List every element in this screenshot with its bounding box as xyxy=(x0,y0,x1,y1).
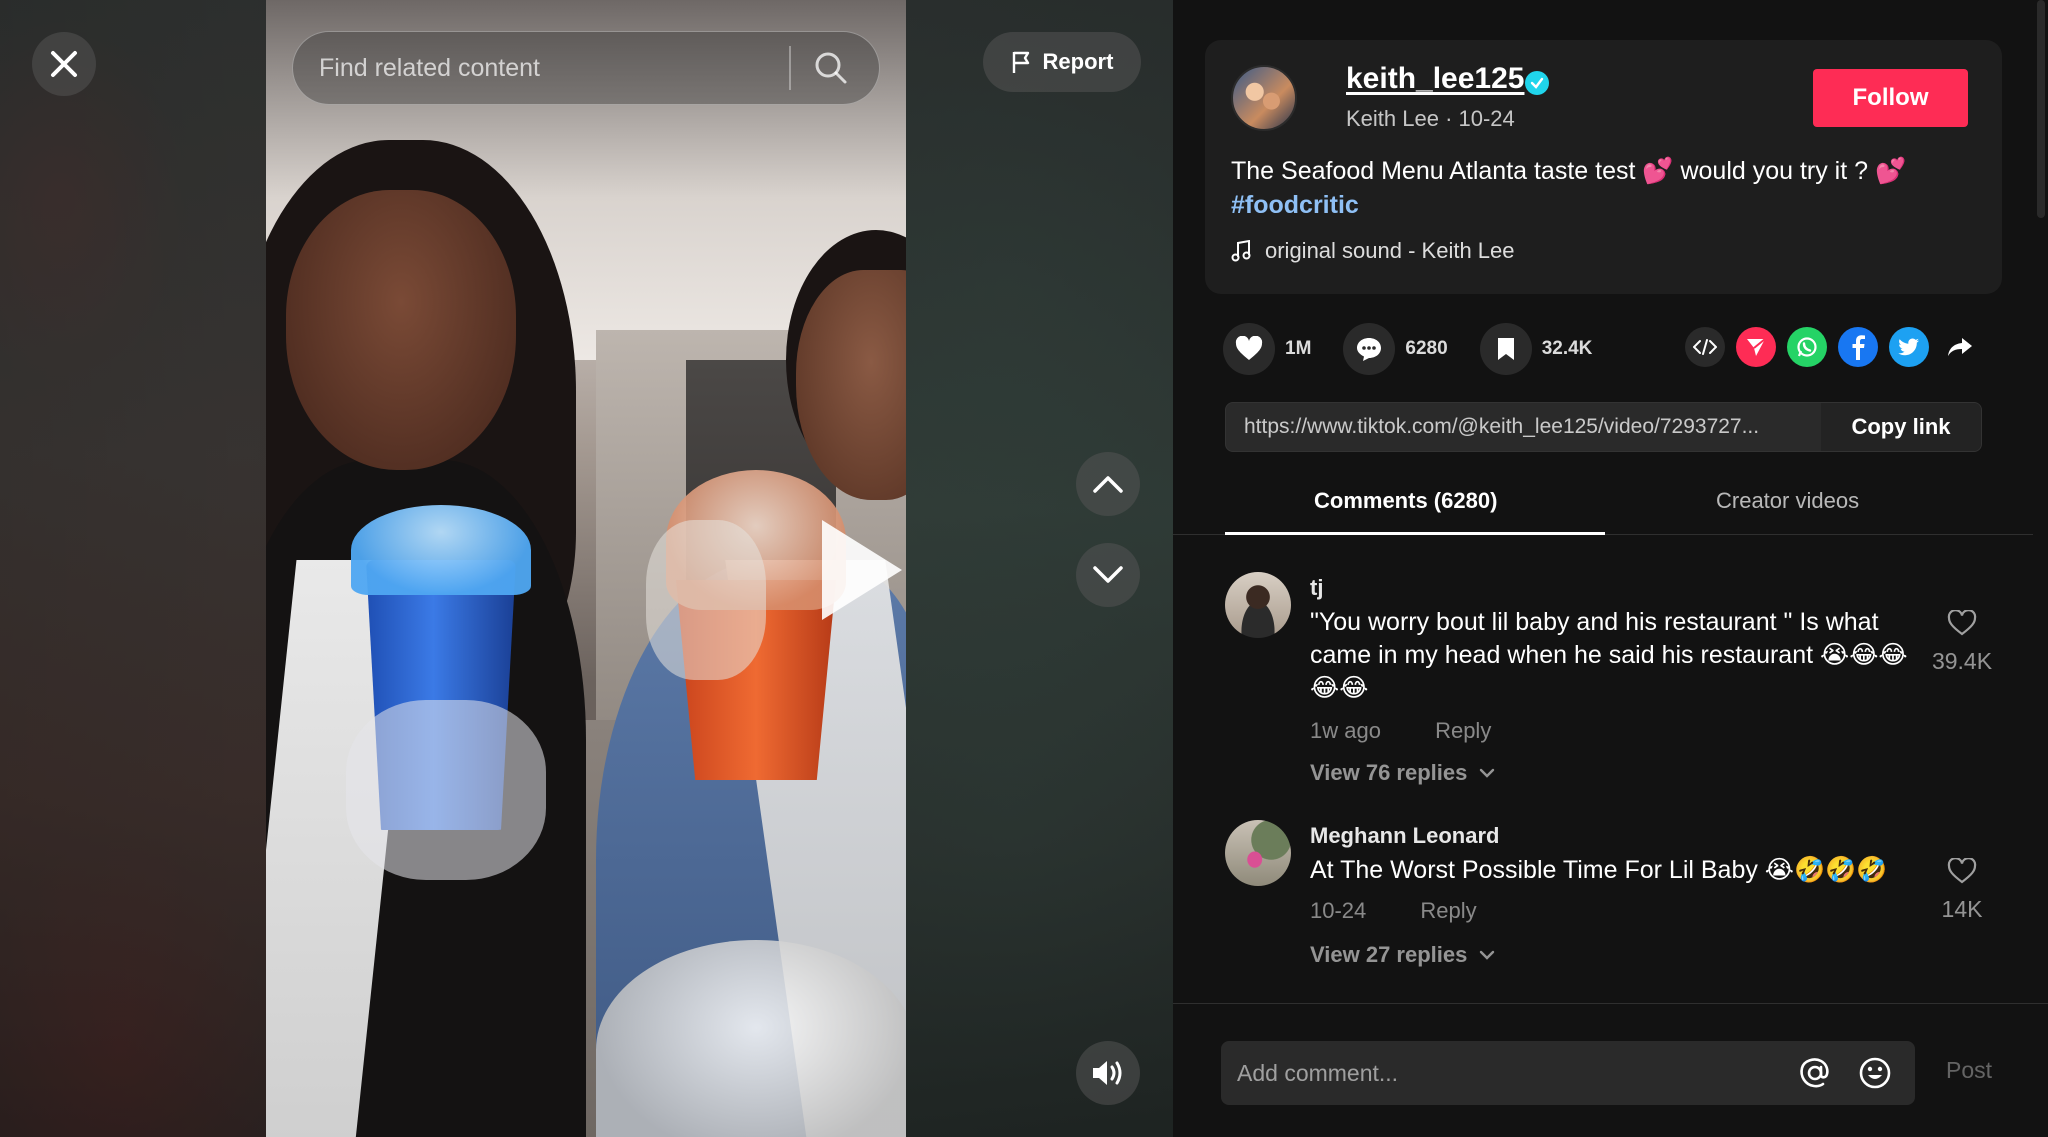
tab-creator-videos[interactable]: Creator videos xyxy=(1716,488,1859,514)
comment-author[interactable]: Meghann Leonard xyxy=(1310,823,1499,849)
like-count: 1M xyxy=(1285,338,1312,359)
report-label: Report xyxy=(1042,49,1114,74)
view-replies-label: View 76 replies xyxy=(1310,760,1468,785)
like-button[interactable] xyxy=(1223,323,1275,375)
video-blur-background-left xyxy=(0,0,266,1137)
comment-meta: 10-24 Reply xyxy=(1310,898,1477,924)
details-panel: keith_lee125 Keith Lee · 10-24 Follow Th… xyxy=(1173,0,2048,1137)
comment-like-count: 14K xyxy=(1941,896,1983,922)
chevron-down-icon xyxy=(1480,768,1495,778)
save-button[interactable] xyxy=(1479,323,1532,375)
reply-button[interactable]: Reply xyxy=(1435,718,1491,743)
caption-text: The Seafood Menu Atlanta taste test 💕 wo… xyxy=(1231,157,1907,185)
video-glove-left xyxy=(346,700,546,880)
comment-input-box xyxy=(1221,1041,1915,1105)
comment-meta: 1w ago Reply xyxy=(1310,718,1491,744)
panel-tabs: Comments (6280) Creator videos xyxy=(1173,470,2033,535)
search-button[interactable] xyxy=(791,31,871,105)
at-icon xyxy=(1800,1058,1829,1088)
comment-action[interactable]: 6280 xyxy=(1343,323,1448,375)
comment-avatar[interactable] xyxy=(1225,820,1291,886)
video-link-url[interactable]: https://www.tiktok.com/@keith_lee125/vid… xyxy=(1226,415,1821,439)
bookmark-icon xyxy=(1497,338,1514,360)
share-arrow-icon[interactable] xyxy=(1940,327,1980,367)
comment-avatar[interactable] xyxy=(1225,572,1291,638)
reply-button[interactable]: Reply xyxy=(1420,898,1476,923)
tab-comments[interactable]: Comments (6280) xyxy=(1314,488,1497,514)
comment-input[interactable] xyxy=(1237,1059,1777,1087)
embed-icon[interactable] xyxy=(1685,327,1725,367)
scrollbar-thumb[interactable] xyxy=(2037,0,2045,218)
comment-item: tj "You worry bout lil baby and his rest… xyxy=(1225,572,2005,792)
chevron-up-icon xyxy=(1093,476,1123,493)
report-button[interactable]: Report xyxy=(983,32,1141,92)
share-row xyxy=(1685,327,1980,367)
twitter-icon[interactable] xyxy=(1889,327,1929,367)
next-video-button[interactable] xyxy=(1076,543,1140,607)
sound-label: original sound - Keith Lee xyxy=(1265,238,1515,263)
author-avatar[interactable] xyxy=(1231,65,1297,131)
description-card: keith_lee125 Keith Lee · 10-24 Follow Th… xyxy=(1205,40,2002,294)
close-icon xyxy=(51,51,77,77)
mention-button[interactable] xyxy=(1793,1051,1837,1095)
chevron-down-icon xyxy=(1480,950,1495,960)
hashtag-link[interactable]: #foodcritic xyxy=(1231,191,1359,219)
music-note-icon xyxy=(1231,240,1251,262)
previous-video-button[interactable] xyxy=(1076,452,1140,516)
whatsapp-icon[interactable] xyxy=(1787,327,1827,367)
comment-like[interactable]: 39.4K xyxy=(1922,609,2002,675)
save-action[interactable]: 32.4K xyxy=(1479,323,1593,375)
comment-count: 6280 xyxy=(1405,338,1448,359)
volume-button[interactable] xyxy=(1076,1041,1140,1105)
emoji-smile-icon xyxy=(1859,1057,1891,1089)
view-replies-label: View 27 replies xyxy=(1310,942,1468,967)
comment-time: 1w ago xyxy=(1310,718,1381,743)
copy-link-button[interactable]: Copy link xyxy=(1821,403,1981,451)
comment-time: 10-24 xyxy=(1310,898,1367,923)
follow-button[interactable]: Follow xyxy=(1813,69,1968,127)
comment-like-count: 39.4K xyxy=(1931,648,1993,674)
comment-text: At The Worst Possible Time For Lil Baby … xyxy=(1310,856,1888,884)
search-input[interactable] xyxy=(319,53,789,83)
video-glove-right xyxy=(646,520,766,680)
play-icon[interactable] xyxy=(822,520,902,620)
active-tab-indicator xyxy=(1225,532,1605,535)
comment-like[interactable]: 14K xyxy=(1922,857,2002,923)
author-byline: Keith Lee · 10-24 xyxy=(1346,106,1515,131)
heart-outline-icon xyxy=(1947,857,1977,884)
flag-icon xyxy=(1012,51,1029,73)
search-icon xyxy=(815,52,846,84)
emoji-button[interactable] xyxy=(1853,1051,1897,1095)
search-bar xyxy=(292,31,880,105)
send-icon[interactable] xyxy=(1736,327,1776,367)
heart-outline-icon xyxy=(1947,609,1977,636)
video-blue-drink-lid xyxy=(351,505,531,595)
comment-button[interactable] xyxy=(1343,323,1396,375)
video-player[interactable] xyxy=(266,0,906,1137)
scrollbar-track[interactable] xyxy=(2034,0,2048,1003)
action-row: 1M 6280 32.4K xyxy=(1223,323,1624,375)
volume-icon xyxy=(1093,1061,1122,1085)
comment-bubble-icon xyxy=(1357,338,1382,361)
sound-link[interactable]: original sound - Keith Lee xyxy=(1231,238,1515,264)
video-person-left-face xyxy=(286,190,516,470)
author-username[interactable]: keith_lee125 xyxy=(1346,62,1524,96)
comment-composer: Post xyxy=(1173,1003,2048,1137)
close-button[interactable] xyxy=(32,32,96,96)
video-caption: The Seafood Menu Atlanta taste test 💕 wo… xyxy=(1231,154,1971,222)
view-replies-button[interactable]: View 76 replies xyxy=(1310,760,1495,786)
comment-text: "You worry bout lil baby and his restaur… xyxy=(1310,608,1908,702)
facebook-icon[interactable] xyxy=(1838,327,1878,367)
comment-author[interactable]: tj xyxy=(1310,575,1323,601)
view-replies-button[interactable]: View 27 replies xyxy=(1310,942,1495,968)
save-count: 32.4K xyxy=(1541,338,1593,359)
like-action[interactable]: 1M xyxy=(1223,323,1311,375)
post-button[interactable]: Post xyxy=(1946,1057,1992,1084)
verified-badge-icon xyxy=(1525,71,1549,95)
video-link-box: https://www.tiktok.com/@keith_lee125/vid… xyxy=(1225,402,1982,452)
chevron-down-icon xyxy=(1093,566,1123,583)
comment-item: Meghann Leonard At The Worst Possible Ti… xyxy=(1225,820,2005,980)
heart-icon xyxy=(1235,336,1263,360)
video-area: Report xyxy=(0,0,1173,1137)
